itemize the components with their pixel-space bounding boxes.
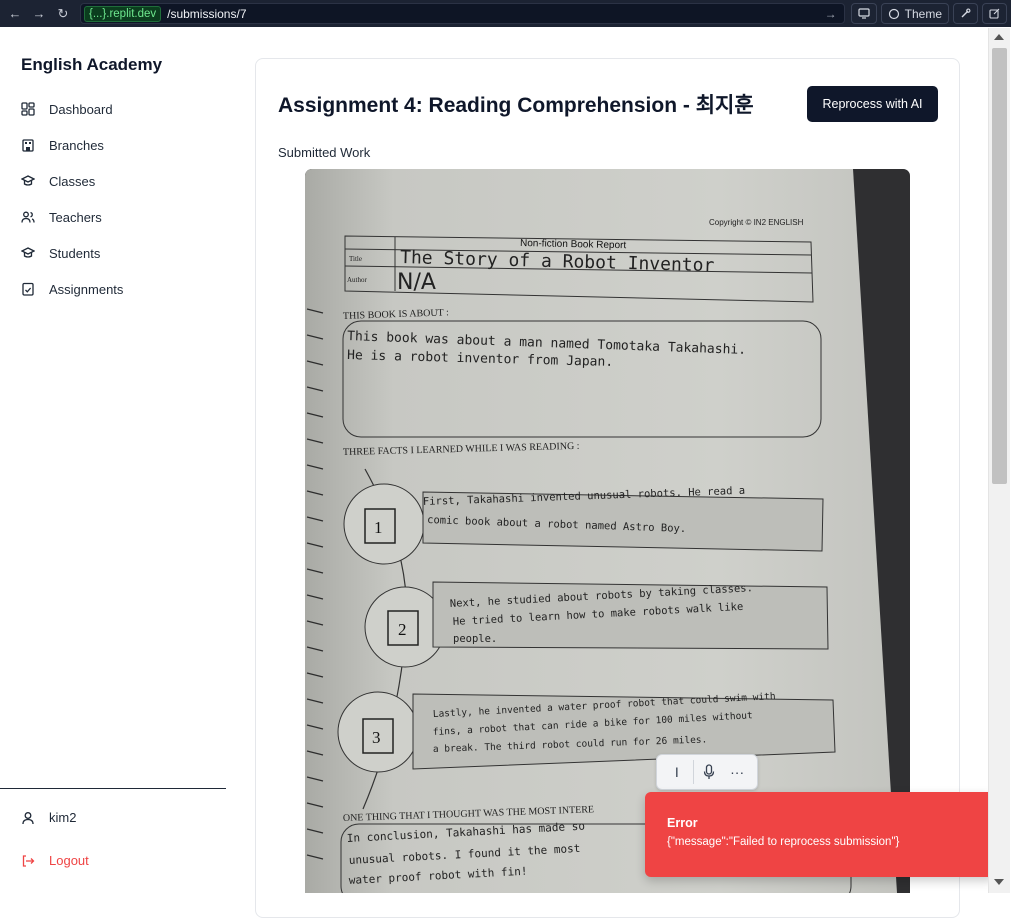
reprocess-button[interactable]: Reprocess with AI	[807, 86, 938, 122]
users-icon	[21, 211, 35, 223]
page-title: Assignment 4: Reading Comprehension - 최지…	[278, 94, 754, 117]
devtools-button[interactable]	[850, 3, 877, 24]
sidebar-item-label: Branches	[49, 137, 104, 153]
monitor-icon	[858, 8, 870, 19]
worksheet-heading: Non-fiction Book Report	[520, 238, 627, 251]
username: kim2	[49, 810, 77, 825]
graduation-cap-icon	[21, 247, 35, 258]
sidebar-divider	[0, 788, 226, 789]
page-scrollbar[interactable]	[988, 28, 1010, 893]
dashboard-icon	[21, 102, 35, 116]
building-icon	[22, 139, 34, 152]
worksheet-author-label: Author	[347, 276, 368, 284]
graduation-cap-icon	[21, 175, 35, 186]
reload-icon[interactable]: ↻	[52, 3, 74, 25]
sidebar-item-assignments[interactable]: Assignments	[0, 271, 226, 307]
sidebar-item-label: Classes	[49, 173, 96, 189]
microphone-icon[interactable]	[697, 764, 721, 780]
fact-number-3: 3	[372, 728, 381, 747]
worksheet-title-label: Title	[349, 255, 362, 263]
more-options-icon[interactable]: ···	[725, 764, 749, 780]
toolbar-separator	[692, 760, 694, 784]
tools-button[interactable]	[953, 3, 978, 24]
error-toast[interactable]: Error {"message":"Failed to reprocess su…	[645, 792, 995, 877]
logout-button[interactable]: Logout	[21, 853, 89, 868]
sidebar-item-dashboard[interactable]: Dashboard	[0, 91, 226, 127]
sidebar-item-label: Assignments	[49, 281, 124, 297]
sidebar-item-label: Students	[49, 245, 101, 261]
forward-arrow-icon[interactable]: →	[28, 3, 50, 25]
sidebar-item-branches[interactable]: Branches	[0, 127, 226, 163]
scroll-up-arrow-icon[interactable]	[994, 34, 1004, 40]
toast-message: {"message":"Failed to reprocess submissi…	[667, 836, 900, 848]
theme-label: Theme	[904, 6, 942, 21]
logout-icon	[22, 854, 35, 867]
toast-title: Error	[667, 816, 698, 830]
sidebar-nav: Dashboard Branches Classes Teachers Stud…	[0, 91, 226, 307]
submitted-work-label: Submitted Work	[278, 145, 371, 160]
user-profile[interactable]: kim2	[21, 810, 76, 825]
sidebar-item-label: Dashboard	[49, 101, 113, 117]
url-path: /submissions/7	[167, 6, 247, 21]
scrollbar-thumb[interactable]	[992, 48, 1007, 484]
fact-number-1: 1	[374, 518, 383, 537]
floating-toolbar: I ···	[656, 754, 758, 790]
sidebar-item-students[interactable]: Students	[0, 235, 226, 271]
wrench-icon	[961, 8, 971, 18]
sidebar: English Academy Dashboard Branches Class…	[0, 28, 226, 893]
text-cursor-icon[interactable]: I	[665, 764, 689, 780]
handwritten-author: N/A	[397, 270, 436, 295]
clipboard-check-icon	[22, 282, 34, 296]
theme-button[interactable]: Theme	[880, 3, 949, 24]
sidebar-item-classes[interactable]: Classes	[0, 163, 226, 199]
external-link-icon	[989, 8, 1000, 19]
scroll-down-arrow-icon[interactable]	[994, 879, 1004, 885]
browser-toolbar: ← → ↻ {...}.replit.dev /submissions/7 → …	[0, 0, 1011, 27]
user-icon	[22, 811, 34, 824]
sidebar-item-teachers[interactable]: Teachers	[0, 199, 226, 235]
fact-number-2: 2	[398, 620, 407, 639]
open-external-button[interactable]	[982, 3, 1007, 24]
palette-icon	[888, 8, 899, 19]
submitted-work-image: Copyright © IN2 ENGLISH Non-fiction Book…	[305, 169, 910, 893]
domain-badge: {...}.replit.dev	[84, 5, 162, 22]
sidebar-item-label: Teachers	[49, 209, 102, 225]
logout-label: Logout	[49, 853, 89, 868]
worksheet-copyright: Copyright © IN2 ENGLISH	[709, 218, 804, 227]
fact-2-line-3: people.	[453, 633, 497, 645]
go-arrow-icon[interactable]: →	[825, 7, 841, 21]
back-arrow-icon[interactable]: ←	[4, 3, 26, 25]
brand-title: English Academy	[21, 55, 163, 74]
url-bar[interactable]: {...}.replit.dev /submissions/7 →	[80, 3, 845, 24]
